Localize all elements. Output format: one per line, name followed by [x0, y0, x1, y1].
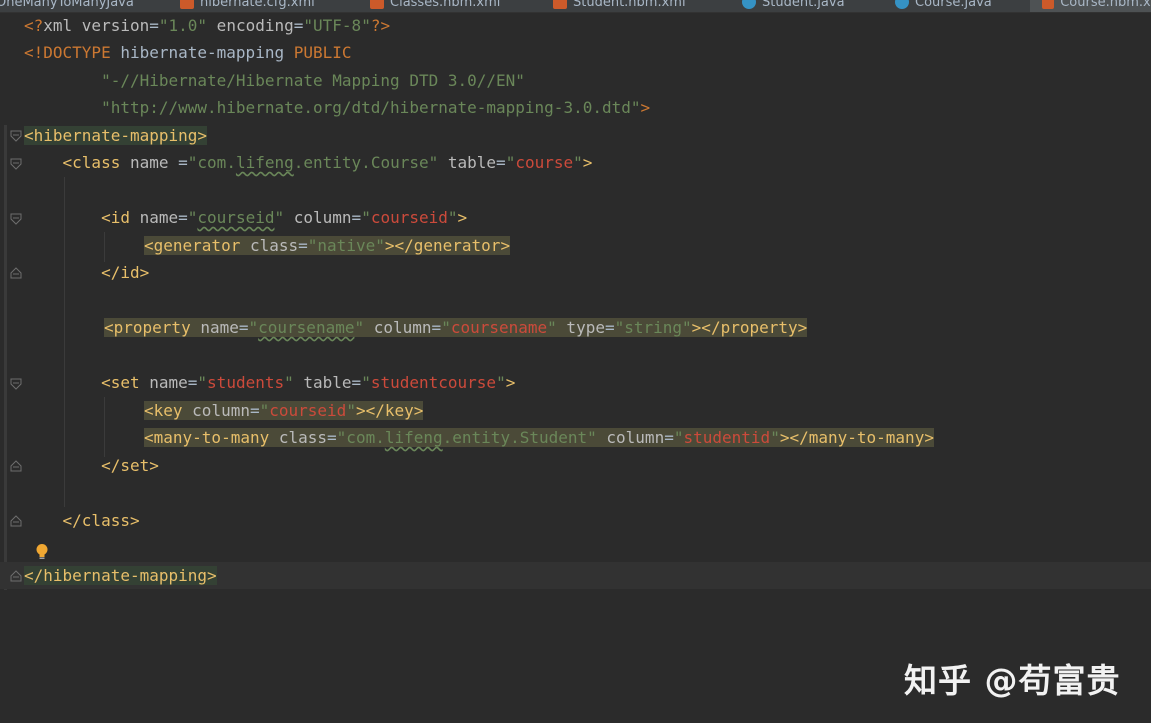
- indent-guide: [104, 397, 105, 457]
- code-line-14: <set name="students" table="studentcours…: [24, 373, 516, 392]
- lightbulb-icon[interactable]: [35, 543, 49, 561]
- tab-classes-hbm-xml[interactable]: Classes.hbm.xml: [370, 0, 500, 12]
- code-line-15: <key column="courseid"></key>: [144, 401, 424, 420]
- fold-open-icon[interactable]: [10, 378, 22, 390]
- xml-file-icon: [180, 0, 194, 9]
- tab-course-hbm-xml[interactable]: Course.hbm.xml: [1030, 0, 1151, 12]
- code-line-16: <many-to-many class="com.lifeng.entity.S…: [144, 428, 934, 447]
- tab-student-java[interactable]: Student.java: [742, 0, 845, 12]
- tab-label: hibernate.cfg.xml: [200, 0, 315, 10]
- tab-student-hbm-xml[interactable]: Student.hbm.xml: [553, 0, 686, 12]
- fold-open-icon[interactable]: [10, 158, 22, 170]
- fold-close-icon[interactable]: [10, 515, 22, 527]
- tab-course-java[interactable]: Course.java: [895, 0, 992, 12]
- tab-hibernate-cfg-xml[interactable]: hibernate.cfg.xml: [180, 0, 315, 12]
- code-line-5: <hibernate-mapping>: [24, 126, 208, 145]
- code-line-4: "http://www.hibernate.org/dtd/hibernate-…: [24, 98, 651, 117]
- fold-close-icon[interactable]: [10, 267, 22, 279]
- java-class-icon: [742, 0, 756, 9]
- code-line-21: </hibernate-mapping>: [24, 566, 217, 585]
- xml-file-icon: [553, 0, 567, 9]
- code-line-3: "-//Hibernate/Hibernate Mapping DTD 3.0/…: [24, 71, 525, 90]
- watermark-text: 知乎 @苟富贵: [904, 661, 1121, 700]
- code-line-8: <id name="courseid" column="courseid">: [24, 208, 468, 227]
- xml-file-icon: [370, 0, 384, 9]
- code-line-17: </set>: [24, 456, 159, 475]
- tab-onemanytomany-java[interactable]: OneManyToManyJava: [0, 0, 134, 12]
- fold-open-icon[interactable]: [10, 213, 22, 225]
- xml-file-icon: [1042, 0, 1055, 9]
- code-line-12: <property name="coursename" column="cour…: [104, 318, 808, 337]
- fold-close-icon[interactable]: [10, 570, 22, 582]
- java-class-icon: [895, 0, 909, 9]
- fold-close-icon[interactable]: [10, 460, 22, 472]
- code-line-6: <class name ="com.lifeng.entity.Course" …: [24, 153, 593, 172]
- code-line-1: <?xml version="1.0" encoding="UTF-8"?>: [24, 16, 391, 35]
- indent-guide: [104, 232, 105, 262]
- tab-label: Course.java: [915, 0, 992, 10]
- tab-label: Classes.hbm.xml: [390, 0, 501, 10]
- tab-label: OneManyToManyJava: [0, 0, 134, 10]
- code-line-10: </id>: [24, 263, 150, 282]
- tab-label: Student.java: [762, 0, 845, 10]
- code-line-2: <!DOCTYPE hibernate-mapping PUBLIC: [24, 43, 352, 62]
- code-line-9: <generator class="native"></generator>: [144, 236, 511, 255]
- tab-label: Student.hbm.xml: [573, 0, 686, 10]
- code-line-19: </class>: [24, 511, 140, 530]
- tab-label: Course.hbm.xml: [1060, 0, 1151, 10]
- editor-gutter: [0, 12, 22, 723]
- fold-open-icon[interactable]: [10, 130, 22, 142]
